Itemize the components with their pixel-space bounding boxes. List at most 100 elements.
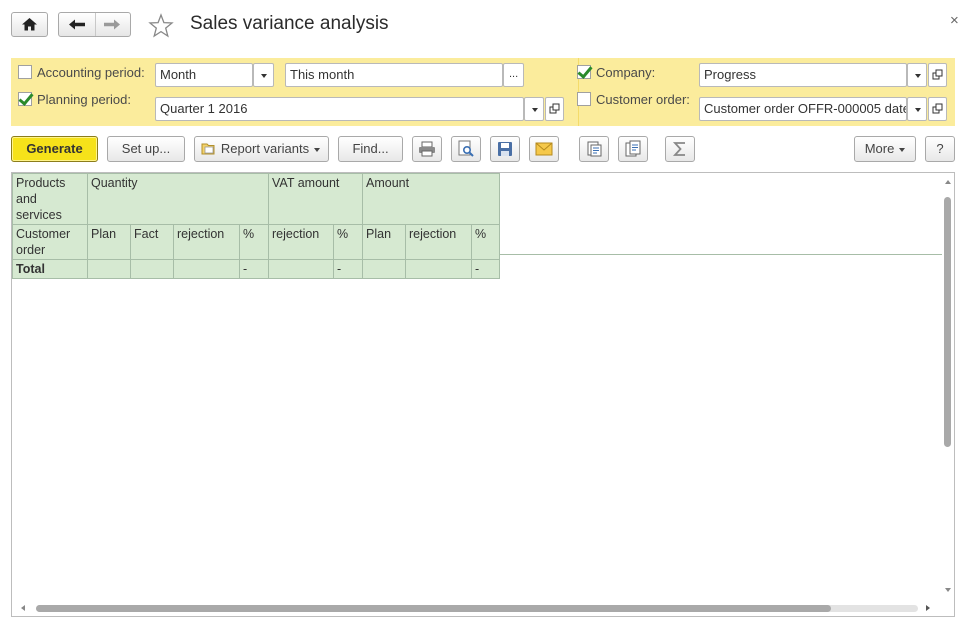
total-cell — [130, 259, 174, 279]
company-field[interactable]: Progress — [699, 63, 907, 87]
sum-button[interactable] — [665, 136, 695, 162]
subheader-qty-fact: Fact — [130, 224, 174, 260]
planning-period-field[interactable]: Quarter 1 2016 — [155, 97, 524, 121]
table-header-row: Products and services Quantity VAT amoun… — [12, 173, 500, 225]
customer-order-field[interactable]: Customer order OFFR-000005 dated — [699, 97, 907, 121]
total-cell — [173, 259, 240, 279]
save-button[interactable] — [490, 136, 520, 162]
more-button[interactable]: More — [854, 136, 916, 162]
period-select-button[interactable]: ... — [503, 63, 524, 87]
header-quantity: Quantity — [87, 173, 269, 225]
back-button[interactable] — [59, 13, 95, 36]
total-cell — [87, 259, 131, 279]
find-button[interactable]: Find... — [338, 136, 403, 162]
printer-icon — [419, 141, 435, 157]
ellipsis-icon: ... — [509, 68, 519, 80]
header-amount: Amount — [362, 173, 500, 225]
report-table: Products and services Quantity VAT amoun… — [12, 173, 500, 279]
arrow-right-icon — [104, 19, 120, 30]
subheader-customer-order: Customer order — [12, 224, 88, 260]
copy-document-icon — [587, 141, 602, 157]
floppy-disk-icon — [498, 142, 512, 156]
preview-icon — [458, 140, 474, 157]
generate-button[interactable]: Generate — [11, 136, 98, 162]
home-button[interactable] — [11, 12, 48, 37]
customer-order-dropdown-button[interactable] — [907, 97, 927, 121]
report-variants-label: Report variants — [220, 141, 310, 156]
vertical-scrollbar-thumb[interactable] — [944, 197, 951, 447]
period-type-dropdown-button[interactable] — [253, 63, 274, 87]
planning-period-label: Planning period: — [37, 92, 131, 107]
customer-order-checkbox[interactable] — [577, 92, 591, 106]
accounting-period-type-field[interactable]: Month — [155, 63, 253, 87]
print-preview-button[interactable] — [451, 136, 481, 162]
open-window-icon — [932, 69, 943, 80]
chevron-down-icon — [915, 108, 921, 112]
subheader-qty-rejection: rejection — [173, 224, 240, 260]
total-cell — [405, 259, 472, 279]
paste-document-icon — [625, 140, 641, 157]
report-variants-button[interactable]: Report variants — [194, 136, 329, 162]
planning-period-checkbox[interactable] — [18, 92, 32, 106]
company-open-button[interactable] — [928, 63, 947, 87]
chevron-down-icon — [899, 147, 906, 152]
horizontal-scrollbar-thumb[interactable] — [36, 605, 831, 612]
chevron-down-icon — [915, 74, 921, 78]
table-subheader-row: Customer order Plan Fact rejection % rej… — [12, 224, 500, 260]
accounting-period-value-field[interactable]: This month — [285, 63, 503, 87]
scroll-left-arrow-icon[interactable] — [21, 605, 25, 611]
subheader-vat-rejection: rejection — [268, 224, 334, 260]
forward-button[interactable] — [96, 13, 130, 36]
subheader-qty-percent: % — [239, 224, 269, 260]
open-window-icon — [549, 103, 560, 114]
table-row-total: Total - - - — [12, 259, 500, 279]
print-button[interactable] — [412, 136, 442, 162]
copy-report-button[interactable] — [579, 136, 609, 162]
favorite-star-icon[interactable] — [148, 13, 174, 39]
chevron-down-icon — [261, 74, 267, 78]
chevron-down-icon — [314, 147, 321, 152]
subheader-qty-plan: Plan — [87, 224, 131, 260]
scroll-down-arrow-icon[interactable] — [945, 588, 951, 592]
scroll-up-arrow-icon[interactable] — [945, 180, 951, 184]
customer-order-open-button[interactable] — [928, 97, 947, 121]
home-icon — [22, 18, 37, 31]
folder-icon — [201, 143, 215, 155]
chevron-down-icon — [532, 108, 538, 112]
send-email-button[interactable] — [529, 136, 559, 162]
subheader-amount-percent: % — [471, 224, 500, 260]
total-cell: - — [333, 259, 363, 279]
subheader-amount-plan: Plan — [362, 224, 406, 260]
planning-period-dropdown-button[interactable] — [524, 97, 544, 121]
sigma-icon — [672, 142, 685, 156]
total-cell: - — [471, 259, 500, 279]
report-spreadsheet[interactable]: Products and services Quantity VAT amoun… — [11, 172, 955, 617]
open-window-icon — [932, 103, 943, 114]
envelope-icon — [535, 142, 553, 156]
more-label: More — [864, 141, 895, 156]
header-divider-line — [499, 254, 942, 255]
page-title: Sales variance analysis — [190, 13, 389, 34]
nav-buttons-group — [58, 12, 131, 37]
total-cell: - — [239, 259, 269, 279]
close-icon[interactable]: × — [950, 12, 959, 29]
header-products: Products and services — [12, 173, 88, 225]
total-cell — [362, 259, 406, 279]
accounting-period-label: Accounting period: — [37, 65, 145, 80]
subheader-vat-percent: % — [333, 224, 363, 260]
header-vat-amount: VAT amount — [268, 173, 363, 225]
setup-button[interactable]: Set up... — [107, 136, 185, 162]
company-checkbox[interactable] — [577, 65, 591, 79]
company-label: Company: — [596, 65, 656, 80]
total-label: Total — [12, 259, 88, 279]
report-parameters-panel: Accounting period: Month This month ... … — [11, 58, 955, 126]
subheader-amount-rejection: rejection — [405, 224, 472, 260]
customer-order-label: Customer order: — [596, 92, 690, 107]
scroll-right-arrow-icon[interactable] — [926, 605, 930, 611]
paste-report-button[interactable] — [618, 136, 648, 162]
company-dropdown-button[interactable] — [907, 63, 927, 87]
total-cell — [268, 259, 334, 279]
help-button[interactable]: ? — [925, 136, 955, 162]
accounting-period-checkbox[interactable] — [18, 65, 32, 79]
planning-period-open-button[interactable] — [545, 97, 564, 121]
